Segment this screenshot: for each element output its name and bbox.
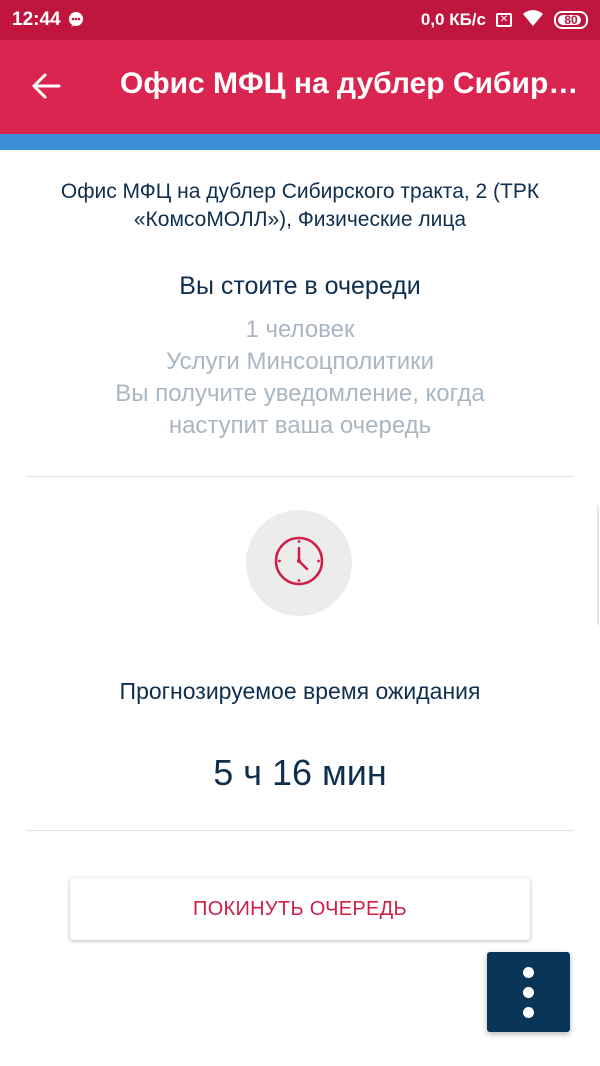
clock-icon bbox=[272, 534, 326, 593]
queue-heading: Вы стоите в очереди bbox=[179, 272, 421, 300]
more-vertical-icon bbox=[523, 966, 534, 978]
app-bar: Офис МФЦ на дублер Сибир… bbox=[0, 40, 600, 134]
queue-people-count: 1 человек bbox=[245, 316, 355, 343]
queue-service: Услуги Минсоцполитики bbox=[165, 348, 435, 375]
wifi-icon bbox=[522, 9, 544, 32]
clock-badge bbox=[246, 510, 352, 616]
battery-icon: 80 bbox=[554, 11, 588, 29]
queue-details: 1 человек Услуги Минсоцполитики Вы получ… bbox=[20, 314, 580, 442]
accent-strip bbox=[0, 134, 600, 150]
divider-bottom bbox=[26, 830, 574, 831]
status-indicators: 0,0 КБ/с ✕ 80 bbox=[421, 8, 588, 32]
notification-icon bbox=[68, 11, 86, 29]
queue-notice-line-2: наступит ваша очередь bbox=[168, 412, 432, 439]
sim-icon: ✕ bbox=[496, 13, 512, 27]
more-vertical-icon-dot-3 bbox=[523, 1006, 534, 1018]
divider-top bbox=[26, 476, 574, 477]
scroll-indicator[interactable] bbox=[597, 505, 599, 625]
wait-time-value: 5 ч 16 мин bbox=[213, 752, 387, 793]
network-speed: 0,0 КБ/с bbox=[420, 10, 486, 29]
page-title: Офис МФЦ на дублер Сибир… bbox=[120, 67, 579, 100]
wait-time-label: Прогнозируемое время ожидания bbox=[119, 678, 481, 704]
status-time: 12:44 bbox=[12, 9, 61, 30]
status-bar: 12:44 0,0 КБ/с ✕ 80 bbox=[0, 0, 600, 40]
back-button[interactable] bbox=[18, 64, 74, 112]
queue-notice-line-1: Вы получите уведомление, когда bbox=[115, 380, 485, 407]
leave-queue-button[interactable]: ПОКИНУТЬ ОЧЕРЕДЬ bbox=[70, 878, 530, 940]
battery-level: 80 bbox=[564, 13, 578, 27]
arrow-left-icon bbox=[31, 73, 61, 104]
more-menu-button[interactable] bbox=[487, 952, 570, 1032]
more-vertical-icon-dot-2 bbox=[523, 986, 534, 998]
office-name: Офис МФЦ на дублер Сибирского тракта, 2 … bbox=[60, 180, 540, 231]
